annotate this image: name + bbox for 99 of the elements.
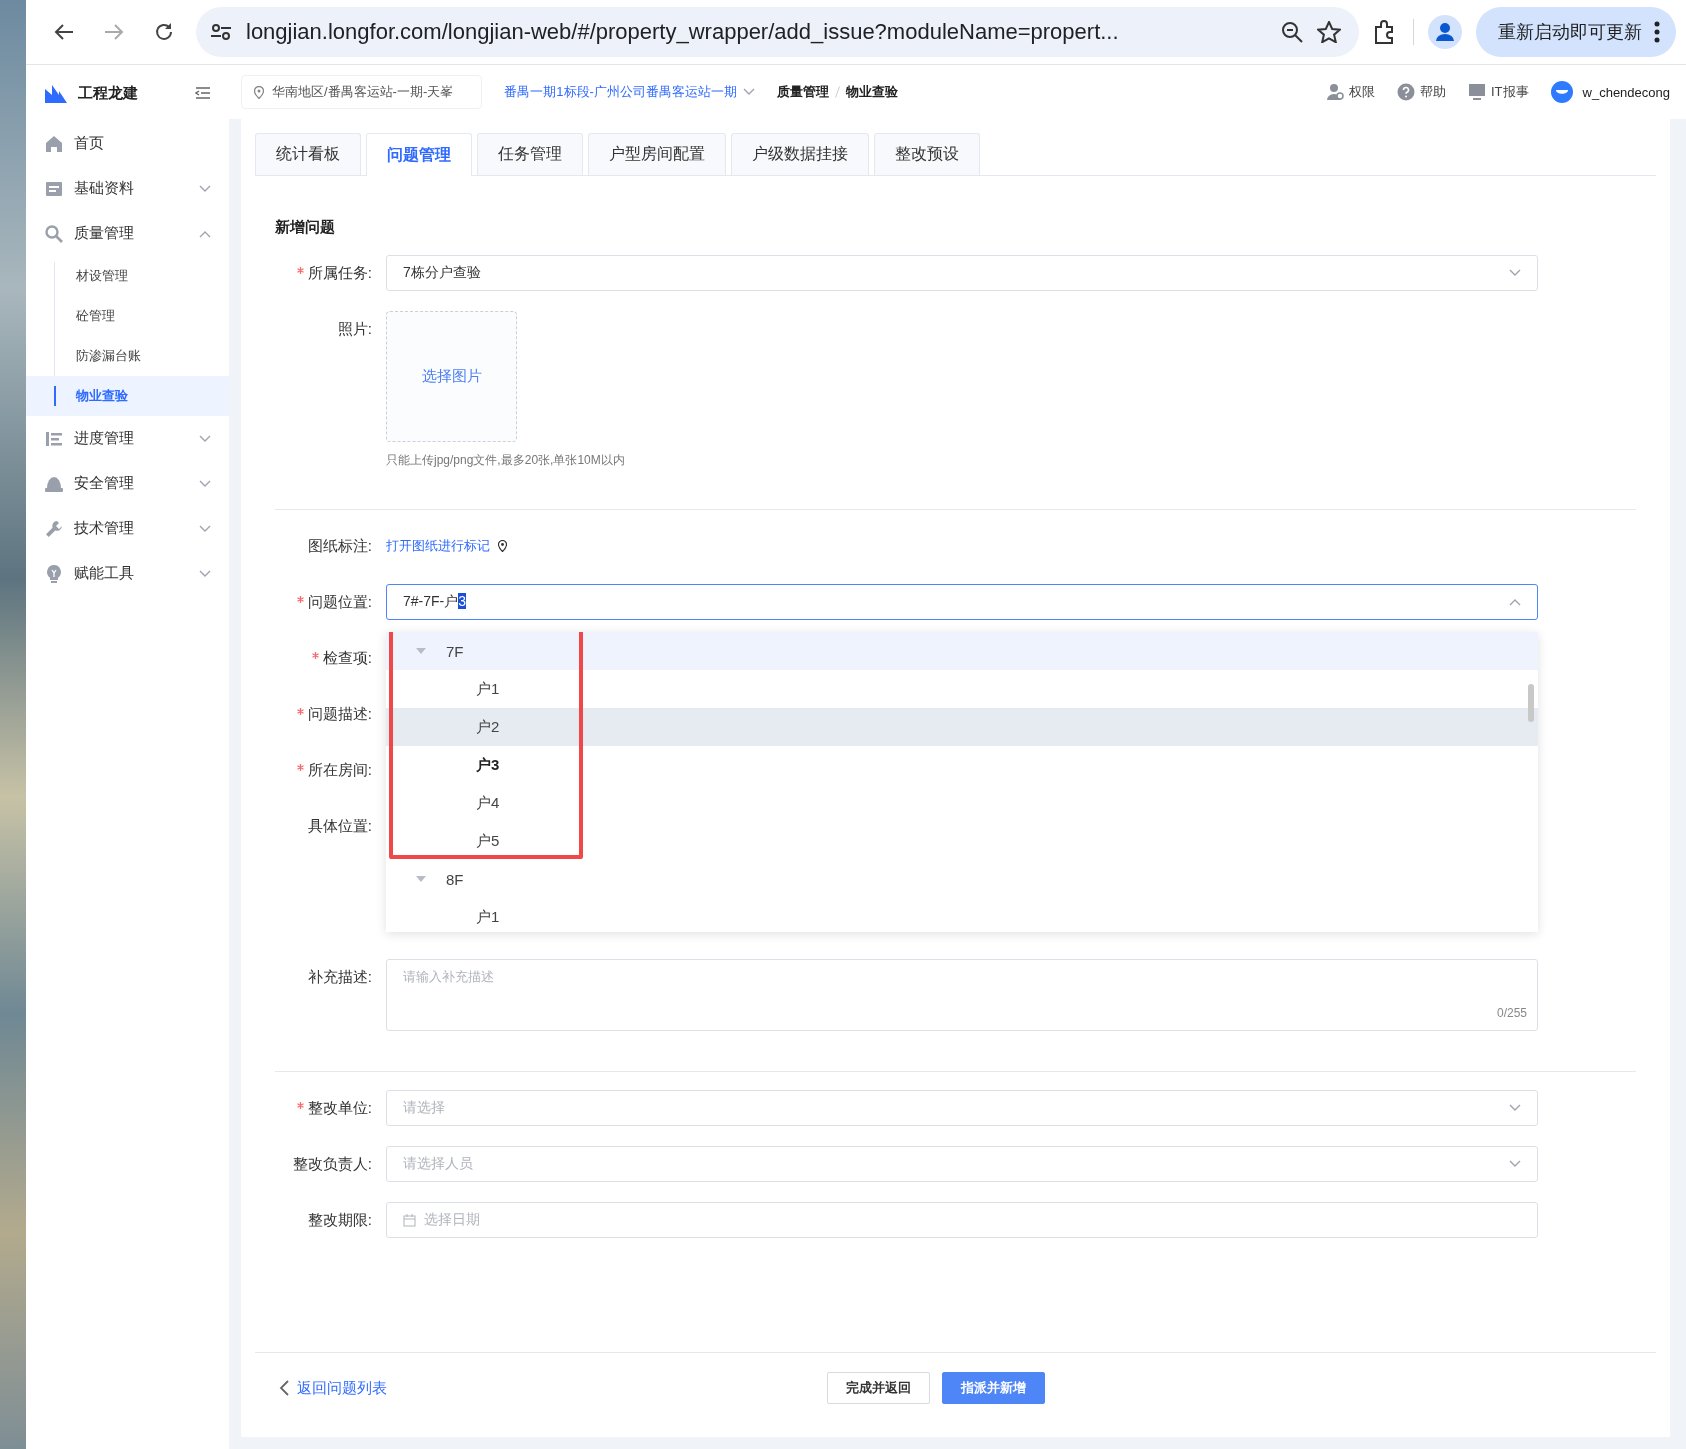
update-button[interactable]: 重新启动即可更新 <box>1476 7 1676 57</box>
leaf-label: 户5 <box>476 831 500 851</box>
location-pin-icon <box>254 85 264 99</box>
leaf-label: 户3 <box>476 755 500 775</box>
tab[interactable]: 户型房间配置 <box>588 133 726 175</box>
tab[interactable]: 任务管理 <box>477 133 583 175</box>
secondary-button[interactable]: 完成并返回 <box>827 1372 930 1404</box>
chevron-up-icon <box>1509 598 1521 606</box>
select-field[interactable]: 7栋分户查验 <box>386 255 1538 291</box>
field-label: 所在房间: <box>275 752 386 788</box>
required-asterisk-icon <box>296 764 304 771</box>
field-label: 问题位置: <box>275 584 386 620</box>
header-action[interactable]: 帮助 <box>1396 83 1446 101</box>
field-label: 整改负责人: <box>291 1154 373 1174</box>
field-label: 问题描述: <box>275 696 386 732</box>
kebab-menu-icon <box>1654 21 1660 43</box>
sidebar-item[interactable]: 质量管理 <box>26 211 229 256</box>
url-text: longjian.longfor.com/longjian-web/#/property_wrapper/add_issue?moduleName=propert... <box>246 19 1120 45</box>
menu-icon[interactable] <box>195 87 211 99</box>
wrench-icon <box>44 518 64 539</box>
tree-leaf[interactable]: 户1 <box>386 898 1538 932</box>
field-label: 图纸标注: <box>306 536 373 556</box>
textarea-field[interactable]: 请输入补充描述 0/255 <box>386 959 1538 1031</box>
profile-icon[interactable] <box>1428 15 1462 49</box>
tune-icon <box>210 23 232 41</box>
header-action[interactable]: 权限 <box>1325 83 1375 101</box>
tree-node[interactable]: 7F <box>386 632 1538 670</box>
sidebar-item[interactable]: 基础资料 <box>26 166 229 211</box>
monitor-icon <box>1467 83 1486 101</box>
tree-leaf[interactable]: 户5 <box>386 822 1538 860</box>
tree-leaf[interactable]: 户1 <box>386 670 1538 708</box>
address-bar[interactable]: longjian.longfor.com/longjian-web/#/property_wrapper/add_issue?moduleName=propert... <box>196 7 1359 57</box>
cascader-field[interactable]: 7#-7F-户3 <box>386 584 1538 620</box>
required-asterisk-icon <box>311 652 319 659</box>
required-asterisk-icon <box>296 1102 304 1109</box>
project-selector[interactable]: 番禺一期1标段-广州公司番禺客运站一期 <box>504 83 755 101</box>
location-pin-icon <box>498 540 507 552</box>
slash-separator-icon <box>834 86 840 98</box>
chevron-down-icon <box>1509 269 1521 277</box>
chevron-down-icon <box>1509 1160 1521 1168</box>
field-label: 所属任务: <box>275 255 386 291</box>
tab[interactable]: 问题管理 <box>366 133 472 176</box>
required-asterisk-icon <box>296 596 304 603</box>
caret-icon <box>416 648 426 654</box>
leaf-label: 户4 <box>476 793 500 813</box>
calendar-icon <box>403 1213 416 1227</box>
form-title: 新增问题 <box>275 218 336 237</box>
search-icon <box>44 223 64 244</box>
chevron-down-icon <box>1509 1104 1521 1112</box>
bulb-icon <box>44 563 64 584</box>
tree-node[interactable]: 8F <box>386 860 1538 898</box>
sidebar-item[interactable]: 赋能工具 <box>26 551 229 596</box>
sidebar-subitem[interactable]: 物业查验 <box>26 376 229 416</box>
logo-icon <box>44 83 68 103</box>
sidebar-subitem[interactable]: 防渗漏台账 <box>26 336 229 376</box>
tab[interactable]: 统计看板 <box>255 133 361 175</box>
field-label: 检查项: <box>275 640 386 676</box>
leaf-label: 户1 <box>476 679 500 699</box>
caret-icon <box>416 876 426 882</box>
field-label: 整改期限: <box>306 1210 373 1230</box>
breadcrumb-item[interactable]: 质量管理 <box>776 83 829 101</box>
open-drawing-link[interactable]: 打开图纸进行标记 <box>386 528 507 564</box>
sidebar-subitem[interactable]: 砼管理 <box>26 296 229 336</box>
app-name: 工程龙建 <box>78 83 139 103</box>
zoom-icon[interactable] <box>1281 21 1303 43</box>
person-icon <box>1325 83 1344 101</box>
breadcrumb-item: 物业查验 <box>845 83 898 101</box>
field-label: 整改单位: <box>275 1090 386 1126</box>
tree-leaf[interactable]: 户2 <box>386 708 1538 746</box>
tab[interactable]: 整改预设 <box>874 133 980 175</box>
required-asterisk-icon <box>296 708 304 715</box>
tab[interactable]: 户级数据挂接 <box>731 133 869 175</box>
back-link[interactable]: 返回问题列表 <box>279 1378 827 1398</box>
sidebar-item[interactable]: 首页 <box>26 121 229 166</box>
upload-hint: 只能上传jpg/png文件,最多20张,单张10M以内 <box>386 452 626 469</box>
home-icon <box>44 133 64 154</box>
required-asterisk-icon <box>296 267 304 274</box>
tree-leaf[interactable]: 户4 <box>386 784 1538 822</box>
field-label: 照片: <box>336 319 373 339</box>
sidebar-item[interactable]: 进度管理 <box>26 416 229 461</box>
field-label: 补充描述: <box>306 967 373 987</box>
upload-button[interactable]: 选择图片 <box>386 311 517 442</box>
help-icon <box>1396 83 1415 101</box>
star-icon[interactable] <box>1317 21 1341 43</box>
avatar-icon <box>1550 81 1573 103</box>
header-action[interactable]: IT报事 <box>1467 83 1529 101</box>
field-label: 具体位置: <box>306 816 373 836</box>
chevron-left-icon <box>279 1380 289 1396</box>
leaf-label: 户2 <box>476 717 500 737</box>
chevron-down-icon <box>742 88 755 96</box>
sidebar-item[interactable]: 技术管理 <box>26 506 229 551</box>
sidebar-subitem[interactable]: 材设管理 <box>26 256 229 296</box>
location-selector[interactable]: 华南地区/番禺客运站-一期-天峯 <box>241 75 483 109</box>
leaf-label: 户1 <box>476 907 500 927</box>
tree-leaf[interactable]: 户3 <box>386 746 1538 784</box>
sidebar-item[interactable]: 安全管理 <box>26 461 229 506</box>
user-menu[interactable]: w_chendecong <box>1550 81 1670 103</box>
scrollbar-thumb[interactable] <box>1528 684 1534 722</box>
character-counter: 0/255 <box>1496 1006 1527 1020</box>
